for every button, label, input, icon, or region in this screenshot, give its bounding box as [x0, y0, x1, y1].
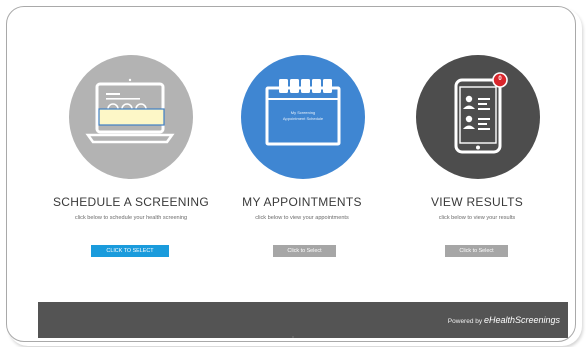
- tablet-icon: [454, 72, 508, 154]
- view-results-button[interactable]: Click to Select: [445, 245, 508, 257]
- view-results-subtitle: click below to view your results: [438, 215, 516, 221]
- view-results-title: VIEW RESULTS: [430, 195, 524, 209]
- my-appointments-button[interactable]: Click to Select: [273, 245, 336, 257]
- appointments-icon-circle[interactable]: My Screening Appointment Schedule: [241, 55, 365, 179]
- my-appointments-subtitle: click below to view your appointments: [255, 215, 349, 221]
- laptop-icon: [85, 78, 175, 144]
- schedule-icon-circle[interactable]: [69, 55, 193, 179]
- brand-logo[interactable]: eHealthScreenings: [484, 315, 560, 325]
- results-icon-circle[interactable]: 0: [416, 55, 540, 179]
- calendar-caption-line1: My Screening: [290, 110, 316, 115]
- footer-bar: Powered by eHealthScreenings: [38, 302, 568, 338]
- divider-dot: [292, 336, 294, 338]
- schedule-screening-title: SCHEDULE A SCREENING: [52, 195, 210, 209]
- main-panel: SCHEDULE A SCREENING click below to sche…: [6, 6, 576, 342]
- calendar-caption-line2: Appointment Schedule: [282, 116, 324, 121]
- my-appointments-title: MY APPOINTMENTS: [242, 195, 362, 209]
- notification-badge-count: 0: [498, 76, 502, 82]
- schedule-screening-button[interactable]: CLICK TO SELECT: [91, 245, 169, 257]
- schedule-screening-subtitle: click below to schedule your health scre…: [74, 215, 188, 221]
- powered-by-label: Powered by: [447, 318, 483, 325]
- powered-by: Powered by eHealthScreenings: [448, 315, 560, 325]
